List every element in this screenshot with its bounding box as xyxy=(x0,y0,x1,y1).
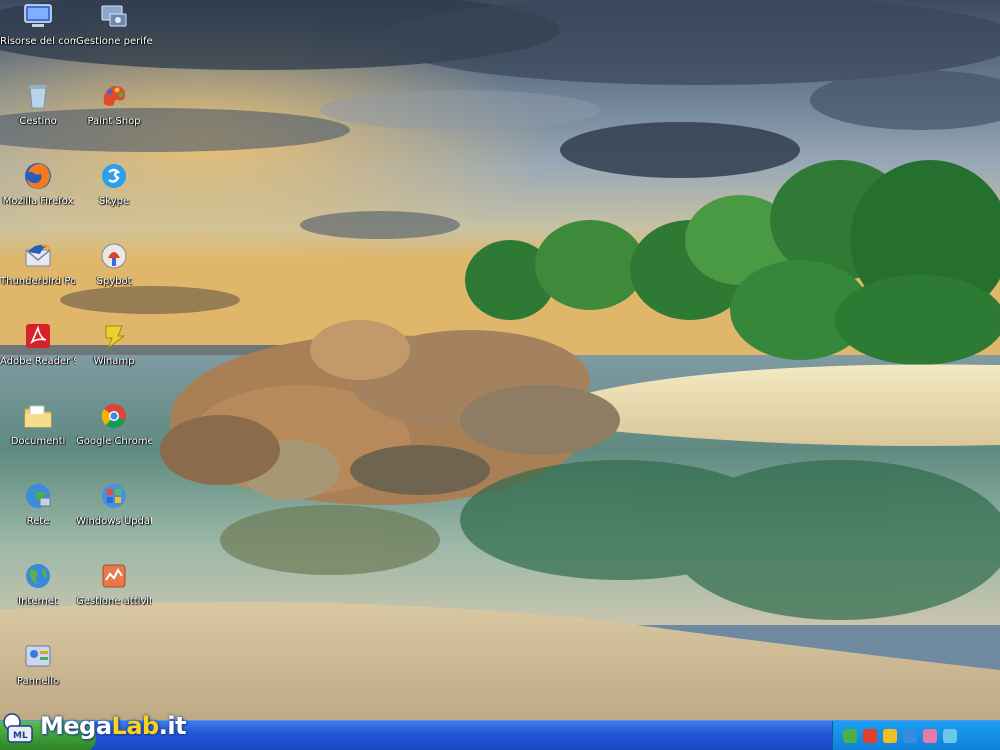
desktop[interactable]: Risorse del computer Cestino Mozilla Fir… xyxy=(0,0,1000,750)
desktop-icon-label: Mozilla Firefox xyxy=(2,196,74,207)
paint-icon xyxy=(103,86,126,106)
tray-icon-5[interactable] xyxy=(923,729,937,743)
chrome-icon xyxy=(101,404,126,428)
desktop-icon[interactable]: Skype xyxy=(76,160,152,232)
desktop-icon[interactable]: Gestione periferiche xyxy=(76,0,152,72)
control-panel-icon xyxy=(25,645,51,667)
desktop-icon-label: Skype xyxy=(98,196,130,207)
megalab-brand-tld: .it xyxy=(158,712,187,740)
recycle-bin-icon xyxy=(29,85,47,109)
tray-icon-6[interactable] xyxy=(943,729,957,743)
desktop-icon-label: Internet xyxy=(18,596,58,607)
desktop-icon-label: Rete xyxy=(26,516,50,527)
skype-icon xyxy=(102,164,126,188)
tray-icon-3[interactable] xyxy=(883,729,897,743)
tray-icon-1[interactable] xyxy=(843,729,857,743)
folder-icon xyxy=(24,405,52,428)
desktop-icon[interactable]: Risorse del computer xyxy=(0,0,76,72)
megalab-logo-badge-text: ML xyxy=(13,731,28,741)
desktop-icon-label: Gestione attività xyxy=(76,596,152,607)
computer-icon xyxy=(24,4,52,27)
desktop-icon-label: Pannello xyxy=(16,676,60,687)
tray-icon-4[interactable] xyxy=(903,729,917,743)
desktop-icon[interactable]: Windows Update xyxy=(76,480,152,552)
desktop-icon[interactable]: Pannello xyxy=(0,640,76,712)
device-manager-icon xyxy=(101,5,127,27)
desktop-icon[interactable]: Paint Shop xyxy=(76,80,152,152)
desktop-icon[interactable]: Spybot xyxy=(76,240,152,312)
megalab-watermark: ML MegaLab.it xyxy=(2,706,187,748)
desktop-icon[interactable]: Rete xyxy=(0,480,76,552)
tray-icon-2[interactable] xyxy=(863,729,877,743)
firefox-icon xyxy=(25,163,51,189)
megalab-logo-badge-icon: ML xyxy=(3,713,33,743)
desktop-icon-label: Risorse del computer xyxy=(0,36,76,47)
thunderbird-icon xyxy=(25,244,51,267)
desktop-icon[interactable]: Internet xyxy=(0,560,76,632)
desktop-icon[interactable]: Mozilla Firefox xyxy=(0,160,76,232)
windows-update-icon xyxy=(102,484,126,508)
desktop-icon-label: Windows Update xyxy=(76,516,152,527)
desktop-icon-label: Paint Shop xyxy=(87,116,141,127)
desktop-icon-label: Google Chrome xyxy=(76,436,152,447)
desktop-icon[interactable]: Winamp xyxy=(76,320,152,392)
task-manager-icon xyxy=(102,564,126,588)
desktop-icon[interactable]: Google Chrome xyxy=(76,400,152,472)
megalab-brand-suffix: Lab xyxy=(111,712,160,740)
globe-icon xyxy=(26,564,50,588)
desktop-icon[interactable]: Cestino xyxy=(0,80,76,152)
desktop-icon-label: Spybot xyxy=(96,276,132,287)
desktop-icon[interactable]: Adobe Reader 9 xyxy=(0,320,76,392)
desktop-icon-label: Adobe Reader 9 xyxy=(0,356,76,367)
megalab-brand: MegaLab.it xyxy=(40,712,187,740)
desktop-icon[interactable]: Documenti xyxy=(0,400,76,472)
desktop-icon[interactable]: Thunderbird Portable xyxy=(0,240,76,312)
desktop-icon-label: Winamp xyxy=(93,356,135,367)
desktop-icon-label: Thunderbird Portable xyxy=(0,276,76,287)
megalab-brand-prefix: Mega xyxy=(40,712,112,740)
network-icon xyxy=(26,484,51,508)
desktop-icon-label: Documenti xyxy=(10,436,66,447)
desktop-icon[interactable]: Gestione attività xyxy=(76,560,152,632)
acrobat-icon xyxy=(26,324,50,348)
desktop-icon-label: Cestino xyxy=(19,116,57,127)
system-tray xyxy=(832,721,1000,750)
spybot-icon xyxy=(101,243,127,269)
winamp-icon xyxy=(105,325,126,350)
desktop-icon-label: Gestione periferiche xyxy=(76,36,152,47)
